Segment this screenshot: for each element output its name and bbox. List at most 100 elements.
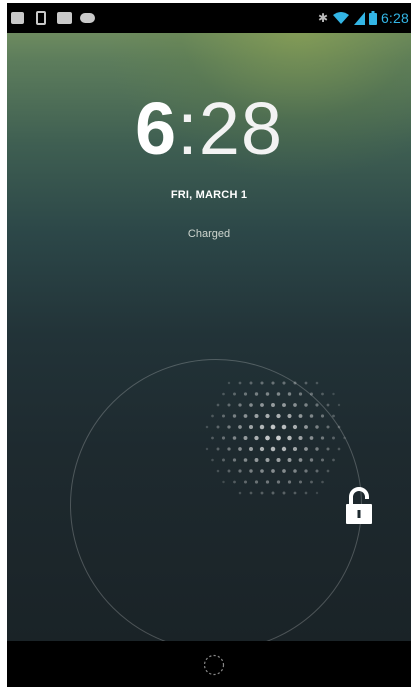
- glow-dot: [248, 424, 254, 430]
- glow-dot: [282, 403, 286, 407]
- glow-dot: [293, 381, 297, 385]
- dotted-ring-icon[interactable]: [203, 654, 225, 676]
- glow-dot: [298, 435, 303, 441]
- glow-dot: [293, 491, 297, 495]
- glow-dot: [298, 414, 303, 418]
- glow-dot: [211, 436, 214, 440]
- glow-dot: [254, 392, 259, 396]
- glow-dot: [232, 414, 237, 418]
- glow-dot: [304, 425, 308, 429]
- glow-dot: [292, 446, 298, 452]
- glow-dot: [205, 425, 209, 429]
- glow-dot: [249, 381, 253, 385]
- glow-dot: [332, 436, 335, 440]
- glow-dot: [332, 392, 335, 396]
- glow-dot: [222, 392, 225, 396]
- glow-dot: [265, 480, 270, 484]
- glow-dot: [238, 403, 242, 407]
- glow-dot: [238, 469, 242, 473]
- glow-dot: [304, 403, 308, 407]
- glow-dot: [287, 458, 292, 462]
- glow-dot: [216, 403, 220, 407]
- glow-dot: [259, 446, 265, 452]
- glow-dot: [222, 458, 225, 462]
- glow-dot: [233, 392, 236, 396]
- glow-dot: [271, 469, 275, 473]
- glow-dot: [304, 381, 308, 385]
- glow-dot: [337, 403, 341, 407]
- glow-dot: [281, 424, 287, 430]
- glow-dot: [332, 458, 335, 462]
- unlock-icon[interactable]: [343, 487, 375, 527]
- glow-dot: [221, 414, 226, 418]
- glow-dot: [227, 469, 231, 473]
- glow-dot: [211, 458, 214, 462]
- glow-dot: [270, 446, 276, 452]
- glow-dot: [287, 435, 292, 441]
- phone-frame: ✱ 6:28 6:28 FRI, MARCH 1 Charged: [7, 3, 411, 687]
- glow-dot: [293, 403, 297, 407]
- glow-dot: [254, 458, 259, 462]
- glow-dot: [260, 491, 264, 495]
- glow-dot: [216, 447, 220, 451]
- glow-dot: [260, 469, 264, 473]
- glow-dot: [309, 436, 314, 440]
- glow-dot: [249, 491, 253, 495]
- glow-dot: [298, 480, 303, 484]
- glow-dot: [309, 458, 314, 462]
- glow-dot: [321, 392, 324, 396]
- glow-dot: [249, 447, 253, 451]
- glow-dot: [216, 425, 220, 429]
- glow-dot: [244, 480, 247, 484]
- glow-dot: [326, 447, 330, 451]
- glow-dot: [332, 414, 335, 418]
- glow-dot: [304, 469, 308, 473]
- glow-dot: [326, 425, 330, 429]
- glow-dot: [265, 457, 270, 463]
- glow-dot: [216, 469, 220, 473]
- glow-dot: [282, 381, 286, 385]
- glow-dot: [271, 491, 275, 495]
- glow-dot: [276, 392, 281, 396]
- glow-dot: [227, 381, 231, 385]
- glow-dot: [233, 480, 236, 484]
- glow-dot: [276, 413, 281, 419]
- glow-dot: [243, 414, 248, 418]
- unlock-glow-dots: [205, 381, 346, 495]
- glow-dot: [243, 436, 248, 440]
- glow-dot: [287, 392, 292, 396]
- glow-dot: [315, 491, 319, 495]
- glow-dot: [326, 469, 330, 473]
- glow-dot: [276, 435, 281, 441]
- glow-dot: [310, 480, 313, 484]
- glow-dot: [271, 381, 275, 385]
- glow-dot: [265, 413, 270, 419]
- glow-dot: [293, 469, 297, 473]
- glow-dot: [343, 436, 346, 440]
- glow-dot: [298, 458, 303, 462]
- glow-dot: [238, 447, 242, 451]
- glow-dot: [320, 458, 325, 462]
- glow-dot: [243, 458, 248, 462]
- glow-dot: [254, 435, 259, 441]
- glow-dot: [315, 403, 319, 407]
- glow-dot: [298, 392, 303, 396]
- glow-dot: [227, 425, 231, 429]
- glow-dot: [337, 447, 341, 451]
- glow-dot: [320, 414, 325, 418]
- glow-dot: [282, 491, 286, 495]
- glow-dot: [315, 469, 319, 473]
- glow-dot: [292, 424, 298, 430]
- glow-dot: [265, 435, 270, 441]
- glow-dot: [276, 457, 281, 463]
- glow-dot: [265, 392, 270, 396]
- lock-screen: ✱ 6:28 6:28 FRI, MARCH 1 Charged: [7, 3, 411, 651]
- glow-dot: [211, 414, 214, 418]
- glow-dot: [271, 403, 275, 407]
- glow-dot: [221, 436, 226, 440]
- glow-dot: [259, 424, 265, 430]
- glow-dot: [309, 414, 314, 418]
- glow-dot: [238, 491, 242, 495]
- glow-dot: [232, 436, 237, 440]
- glow-dot: [238, 425, 242, 429]
